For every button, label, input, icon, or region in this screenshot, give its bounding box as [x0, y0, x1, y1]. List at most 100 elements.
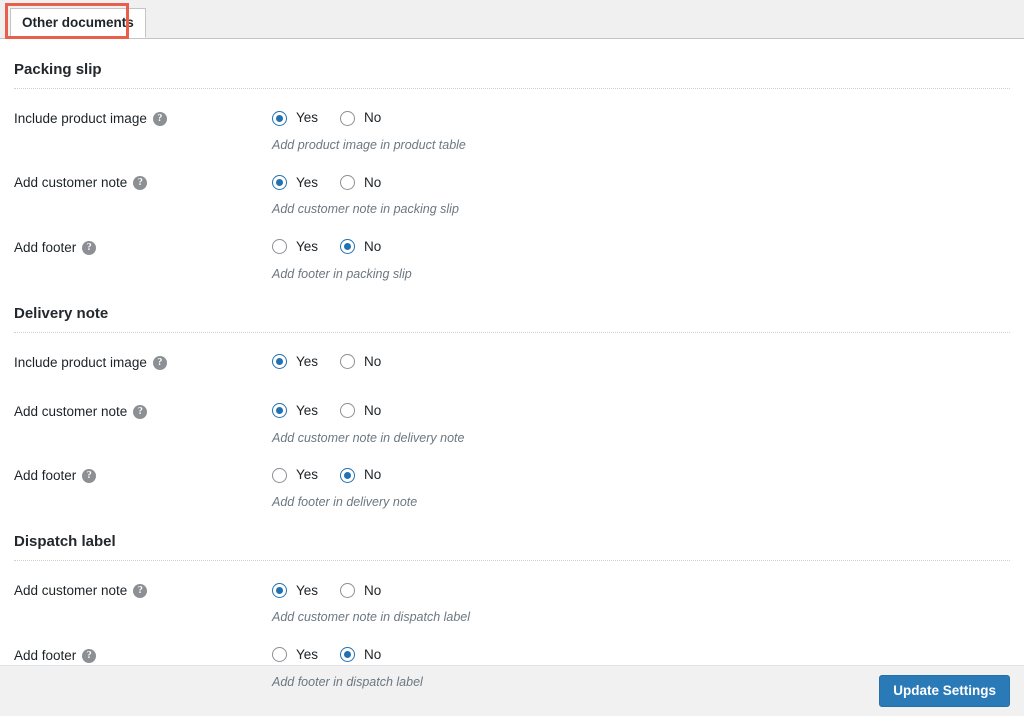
section-fields: Include product image? Yes No Add product i… — [14, 89, 1010, 282]
radio-option-label: No — [364, 582, 382, 598]
radio-option[interactable]: No — [340, 582, 382, 598]
radio-unselected-icon[interactable] — [340, 110, 356, 126]
radio-option-label: No — [364, 110, 382, 126]
radio-option-label: No — [364, 354, 382, 369]
radio-unselected-icon[interactable] — [340, 582, 356, 598]
setting-row: Add footer? Yes No Add footer in delivery n… — [14, 446, 1010, 510]
settings-panel: Packing slip Include product image? Yes No A… — [0, 39, 1024, 689]
setting-label: Add customer note? — [14, 401, 272, 422]
setting-label: Add footer? — [14, 465, 272, 486]
radio-option[interactable]: Yes — [272, 354, 319, 370]
setting-label: Add customer note? — [14, 580, 272, 601]
setting-label: Include product image? — [14, 108, 272, 129]
help-icon[interactable]: ? — [133, 176, 148, 191]
radio-unselected-icon[interactable] — [272, 239, 287, 254]
radio-option[interactable]: Yes — [272, 647, 318, 662]
radio-selected-icon[interactable] — [340, 647, 356, 662]
setting-label: Add footer? — [14, 645, 272, 666]
setting-field: Yes No Add customer note in delivery note — [272, 401, 1010, 446]
radio-option-label: No — [364, 646, 382, 662]
setting-label-text: Add customer note — [14, 583, 128, 599]
setting-label-text: Include product image — [14, 354, 147, 370]
help-icon[interactable]: ? — [133, 404, 148, 419]
tab-other-documents[interactable]: Other documents — [10, 8, 146, 38]
setting-label: Include product image? — [14, 352, 272, 373]
radio-option[interactable]: Yes — [272, 110, 318, 126]
radio-option[interactable]: Yes — [272, 582, 319, 598]
radio-option-label: No — [364, 467, 382, 483]
radio-unselected-icon[interactable] — [272, 467, 287, 483]
section-fields: Include product image? Yes No Add customer … — [14, 333, 1010, 511]
setting-label-text: Add footer — [14, 647, 77, 663]
help-icon[interactable]: ? — [82, 469, 97, 484]
setting-row: Include product image? Yes No Add product i… — [14, 89, 1010, 153]
radio-option[interactable]: No — [340, 239, 381, 254]
radio-option[interactable]: Yes — [272, 403, 319, 419]
radio-option[interactable]: No — [340, 467, 382, 483]
setting-field: Yes No — [272, 352, 1010, 372]
radio-option[interactable]: No — [340, 647, 381, 662]
radio-option-label: Yes — [296, 467, 319, 483]
setting-label: Add customer note? — [14, 172, 272, 193]
tab-label: Other documents — [22, 15, 134, 31]
help-icon[interactable]: ? — [82, 648, 97, 663]
setting-field: Yes No Add product image in product table — [272, 108, 1010, 153]
radio-group: Yes No — [272, 352, 1010, 372]
radio-unselected-icon[interactable] — [340, 354, 356, 370]
section-title: Packing slip — [14, 39, 1010, 89]
radio-unselected-icon[interactable] — [272, 647, 287, 662]
radio-option-label: Yes — [296, 238, 319, 254]
radio-option-label: Yes — [296, 174, 319, 190]
field-description: Add product image in product table — [272, 138, 466, 152]
radio-selected-icon[interactable] — [272, 403, 287, 419]
radio-option[interactable]: No — [340, 403, 382, 419]
field-description: Add footer in delivery note — [272, 495, 418, 509]
radio-option-label: No — [364, 403, 382, 418]
help-icon[interactable]: ? — [133, 584, 148, 599]
radio-unselected-icon[interactable] — [340, 174, 356, 190]
field-description: Add customer note in packing slip — [272, 202, 459, 217]
setting-label-text: Add footer — [14, 239, 77, 255]
radio-unselected-icon[interactable] — [340, 403, 356, 419]
setting-row: Add footer? Yes No Add footer in packing sl… — [14, 218, 1010, 282]
radio-option-label: Yes — [296, 582, 319, 598]
field-description: Add customer note in delivery note — [272, 430, 465, 445]
update-settings-button[interactable]: Update Settings — [879, 674, 1010, 708]
radio-group: Yes No — [272, 465, 1010, 485]
radio-option-label: No — [364, 174, 382, 190]
setting-row: Add customer note? Yes No Add customer note… — [14, 561, 1010, 625]
radio-selected-icon[interactable] — [272, 582, 287, 598]
radio-group: Yes No — [272, 108, 1010, 128]
radio-selected-icon[interactable] — [272, 354, 287, 370]
radio-option[interactable]: Yes — [272, 174, 319, 190]
setting-label: Add footer? — [14, 237, 272, 258]
radio-group: Yes No — [272, 172, 1010, 192]
radio-selected-icon[interactable] — [272, 174, 287, 190]
radio-selected-icon[interactable] — [340, 239, 356, 254]
radio-selected-icon[interactable] — [272, 110, 287, 126]
help-icon[interactable]: ? — [82, 240, 97, 255]
help-icon[interactable]: ? — [152, 112, 167, 127]
radio-option-label: Yes — [296, 354, 319, 369]
radio-option[interactable]: Yes — [272, 467, 319, 483]
setting-field: Yes No Add customer note in packing slip — [272, 172, 1010, 217]
radio-group: Yes No — [272, 580, 1010, 600]
setting-label-text: Add customer note — [14, 403, 128, 419]
setting-label-text: Include product image — [14, 111, 147, 126]
setting-field: Yes No Add footer in delivery note — [272, 465, 1010, 510]
radio-option[interactable]: No — [340, 354, 382, 370]
setting-row: Add customer note? Yes No Add customer note… — [14, 382, 1010, 446]
help-icon[interactable]: ? — [152, 355, 167, 370]
setting-row: Add customer note? Yes No Add customer note… — [14, 153, 1010, 217]
setting-field: Yes No Add footer in packing slip — [272, 237, 1010, 282]
radio-option[interactable]: No — [340, 174, 382, 190]
radio-selected-icon[interactable] — [340, 467, 356, 483]
setting-label-text: Add customer note — [14, 175, 128, 191]
radio-group: Yes No — [272, 401, 1010, 421]
radio-group: Yes No — [272, 645, 1010, 665]
radio-option[interactable]: No — [340, 110, 382, 126]
radio-option-label: Yes — [296, 403, 319, 418]
radio-group: Yes No — [272, 237, 1010, 257]
radio-option[interactable]: Yes — [272, 239, 318, 254]
section-title: Dispatch label — [14, 510, 1010, 562]
